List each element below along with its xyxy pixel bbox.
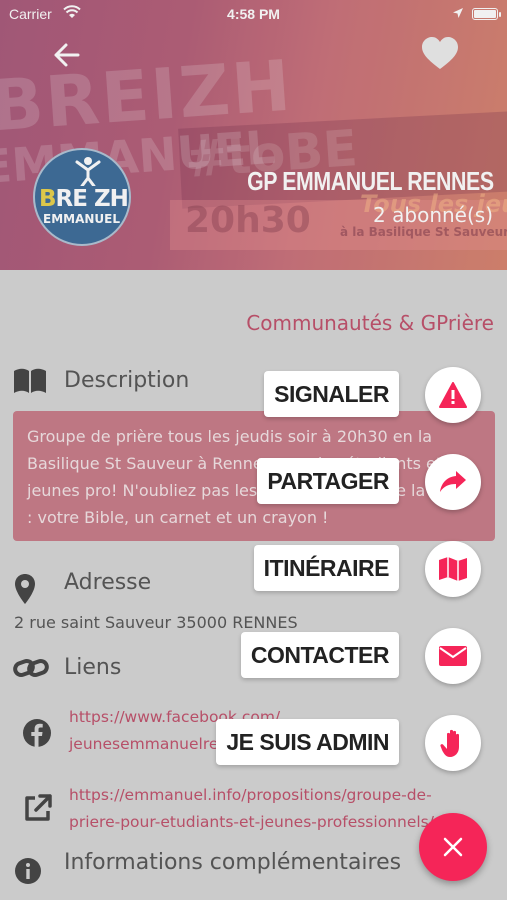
share-icon bbox=[440, 471, 466, 492]
admin-button[interactable] bbox=[425, 715, 481, 771]
itinerary-action-label[interactable]: ITINÉRAIRE bbox=[253, 545, 399, 591]
share-action-label[interactable]: PARTAGER bbox=[257, 458, 399, 504]
close-speed-dial-button[interactable] bbox=[419, 813, 487, 881]
hand-icon bbox=[440, 729, 459, 757]
share-button[interactable] bbox=[425, 454, 481, 510]
admin-action-label[interactable]: JE SUIS ADMIN bbox=[216, 719, 399, 765]
close-icon bbox=[443, 837, 463, 857]
report-button[interactable] bbox=[425, 367, 481, 423]
report-action-label[interactable]: SIGNALER bbox=[264, 371, 399, 417]
envelope-icon bbox=[439, 646, 467, 666]
contact-button[interactable] bbox=[425, 628, 481, 684]
map-icon bbox=[439, 557, 467, 581]
speed-dial-backdrop[interactable] bbox=[0, 0, 507, 900]
warning-icon bbox=[439, 382, 467, 408]
itinerary-button[interactable] bbox=[425, 541, 481, 597]
contact-action-label[interactable]: CONTACTER bbox=[240, 632, 399, 678]
